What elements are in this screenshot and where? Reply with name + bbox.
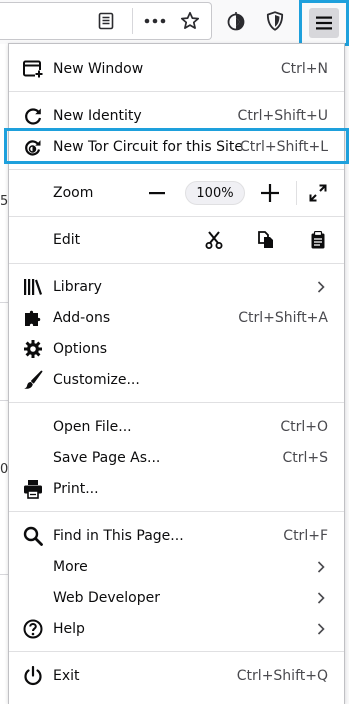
zoom-out-button[interactable] — [147, 183, 167, 203]
bookmark-star-icon[interactable] — [177, 8, 203, 34]
menu-label: Customize... — [53, 371, 140, 388]
menu-label: Find in This Page... — [53, 527, 184, 544]
menu-shortcut: Ctrl+F — [283, 527, 328, 544]
reader-view-icon[interactable] — [93, 8, 119, 34]
menu-label: Save Page As... — [53, 449, 161, 466]
menu-item-save-page-as[interactable]: Save Page As... Ctrl+S — [9, 442, 344, 473]
new-window-icon — [23, 59, 43, 79]
menu-item-new-window[interactable]: New Window Ctrl+N — [9, 53, 344, 84]
printer-icon — [23, 479, 43, 499]
paintbrush-icon — [23, 370, 43, 390]
menu-item-zoom: Zoom 100% — [9, 177, 344, 209]
puzzle-piece-icon — [23, 308, 43, 328]
menu-separator — [9, 169, 344, 170]
zoom-in-button[interactable] — [260, 183, 280, 203]
menu-label: Print... — [53, 480, 99, 497]
menu-separator — [9, 216, 344, 217]
power-icon — [23, 665, 43, 686]
menu-label: Add-ons — [53, 309, 111, 326]
menu-item-more[interactable]: More — [9, 551, 344, 582]
gear-icon — [23, 339, 43, 359]
menu-item-add-ons[interactable]: Add-ons Ctrl+Shift+A — [9, 302, 344, 333]
shield-icon[interactable] — [262, 8, 288, 34]
app-menu-panel: New Window Ctrl+N New Identity Ctrl+Shif… — [4, 43, 349, 704]
menu-item-help[interactable]: Help — [9, 613, 344, 644]
menu-item-customize[interactable]: Customize... — [9, 364, 344, 395]
menu-label: Edit — [53, 232, 81, 248]
chevron-right-icon — [317, 591, 327, 605]
fullscreen-button[interactable] — [308, 183, 328, 203]
menu-label: More — [53, 558, 88, 575]
library-icon — [23, 277, 43, 297]
tor-onion-icon[interactable] — [223, 8, 249, 34]
menu-item-library[interactable]: Library — [9, 271, 344, 302]
menu-label: Open File... — [53, 418, 132, 435]
help-icon — [23, 619, 43, 639]
menu-separator — [9, 91, 344, 92]
new-identity-icon — [23, 106, 43, 126]
toolbar-divider — [132, 8, 133, 34]
copy-button[interactable] — [256, 230, 276, 250]
menu-item-web-developer[interactable]: Web Developer — [9, 582, 344, 613]
menu-shortcut: Ctrl+N — [280, 60, 328, 77]
menu-item-options[interactable]: Options — [9, 333, 344, 364]
menu-label: Exit — [53, 667, 80, 684]
menu-label: Library — [53, 278, 102, 295]
menu-item-find-in-page[interactable]: Find in This Page... Ctrl+F — [9, 520, 344, 551]
menu-separator — [9, 511, 344, 512]
zoom-reset-button[interactable]: 100% — [185, 181, 245, 205]
open-menu-button[interactable] — [299, 0, 349, 46]
search-icon — [23, 526, 43, 546]
zoom-divider — [296, 181, 297, 205]
menu-label: Help — [53, 620, 85, 637]
menu-separator — [9, 402, 344, 403]
menu-separator — [9, 263, 344, 264]
page-actions-icon[interactable] — [142, 8, 168, 34]
chevron-right-icon — [317, 560, 327, 574]
menu-label: Web Developer — [53, 589, 160, 606]
cut-button[interactable] — [204, 230, 224, 250]
menu-shortcut: Ctrl+S — [282, 449, 328, 466]
menu-shortcut: Ctrl+Shift+A — [238, 309, 328, 326]
toolbar — [0, 0, 349, 46]
tor-circuit-icon — [23, 137, 43, 157]
menu-label: New Identity — [53, 107, 142, 124]
menu-separator — [9, 651, 344, 652]
menu-item-exit[interactable]: Exit Ctrl+Shift+Q — [9, 660, 344, 691]
menu-shortcut: Ctrl+O — [280, 418, 328, 435]
menu-label: Options — [53, 340, 108, 357]
paste-button[interactable] — [308, 230, 328, 250]
menu-label: New Window — [53, 60, 144, 77]
chevron-right-icon — [317, 622, 327, 636]
menu-item-new-tor-circuit[interactable]: New Tor Circuit for this Site Ctrl+Shift… — [9, 131, 344, 162]
menu-label: New Tor Circuit for this Site — [53, 138, 244, 155]
menu-item-edit: Edit — [9, 224, 344, 256]
hamburger-menu-icon — [309, 8, 339, 38]
menu-item-open-file[interactable]: Open File... Ctrl+O — [9, 411, 344, 442]
menu-item-new-identity[interactable]: New Identity Ctrl+Shift+U — [9, 100, 344, 131]
menu-item-print[interactable]: Print... — [9, 473, 344, 504]
menu-label: Zoom — [53, 185, 94, 201]
menu-shortcut: Ctrl+Shift+Q — [236, 667, 328, 684]
menu-shortcut: Ctrl+Shift+L — [240, 138, 328, 155]
menu-shortcut: Ctrl+Shift+U — [237, 107, 328, 124]
chevron-right-icon — [317, 280, 327, 294]
